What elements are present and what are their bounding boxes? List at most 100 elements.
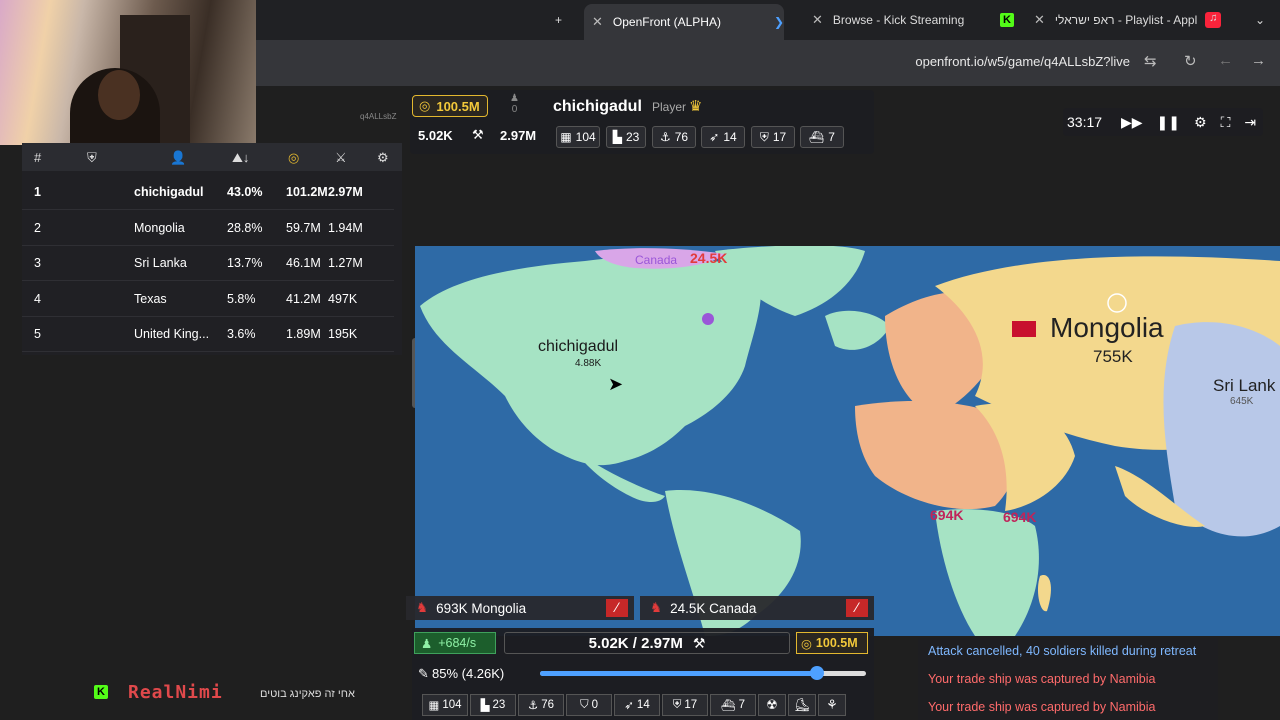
building-stat: ▙ 23 bbox=[606, 126, 646, 148]
gold-column-icon[interactable]: ◎ bbox=[288, 150, 299, 166]
cancel-attack-icon[interactable]: ⁄ bbox=[606, 599, 628, 617]
map-label-attack-b: 694K bbox=[1003, 509, 1037, 525]
leaderboard-territory: 3.6% bbox=[227, 327, 256, 341]
uk-territory[interactable] bbox=[825, 310, 890, 350]
leaderboard-rank: 1 bbox=[34, 185, 41, 199]
leaderboard-row[interactable]: 5 United King... 3.6% 1.89M 195K bbox=[22, 317, 394, 352]
forward-icon[interactable]: → bbox=[1251, 52, 1266, 69]
tab-menu-chevron-icon[interactable]: ⌄ bbox=[1255, 6, 1265, 34]
kick-logo-icon: K bbox=[94, 685, 108, 699]
leaderboard-troops: 1.94M bbox=[328, 220, 363, 235]
world-map[interactable]: chichigadul 4.88K Mongolia 755K Sri Lank… bbox=[415, 246, 1280, 636]
building-count: 76 bbox=[674, 130, 689, 144]
build-count: 17 bbox=[684, 699, 698, 711]
south-africa-territory[interactable] bbox=[935, 509, 1039, 636]
leaderboard-rank: 3 bbox=[34, 256, 41, 270]
rank-column-header[interactable]: # bbox=[34, 150, 41, 165]
attack-canada[interactable]: ♞ 24.5K Canada ⁄ bbox=[640, 596, 874, 620]
tab-kick[interactable]: ✕ Browse - Kick Streaming bbox=[812, 6, 964, 34]
fast-forward-icon[interactable]: ▶▶ bbox=[1121, 114, 1143, 131]
territory-sort-icon[interactable]: ⛰↓ bbox=[232, 150, 249, 166]
leaderboard-row[interactable]: 3 Sri Lanka 13.7% 46.1M 1.27M bbox=[22, 246, 394, 281]
player-column-icon[interactable]: 👤 bbox=[170, 150, 186, 166]
stream-chat-text: אחי זה פאקינג בוטים bbox=[260, 688, 355, 700]
mongolia-flag-icon bbox=[1012, 321, 1036, 337]
build-button[interactable]: ➶ 14 bbox=[614, 694, 660, 716]
attack-marker bbox=[702, 313, 714, 325]
leaderboard-row[interactable]: 2 Mongolia 28.8% 59.7M 1.94M bbox=[22, 211, 394, 246]
build-button[interactable]: ▙ 23 bbox=[470, 694, 516, 716]
building-stat: ⛴ 7 bbox=[800, 126, 844, 148]
streamer-head bbox=[98, 70, 140, 120]
close-icon[interactable]: ✕ bbox=[812, 12, 823, 28]
tab-title: ראפ ישראלי - Playlist - Appl bbox=[1054, 13, 1198, 27]
url-field[interactable]: openfront.io/w5/game/q4ALLsbZ?live bbox=[915, 54, 1130, 69]
build-button[interactable]: ▦ 104 bbox=[422, 694, 468, 716]
leaderboard: # ⛨ 👤 ⛰↓ ◎ ⚔ ⚙ 1 chichigadul 43.0% 101.2M 2.… bbox=[22, 143, 418, 408]
build-count: 76 bbox=[541, 699, 555, 711]
clan-icon[interactable]: ⛨ bbox=[87, 150, 97, 166]
settings-gear-icon[interactable]: ⚙ bbox=[1194, 114, 1207, 131]
build-count: 0 bbox=[591, 699, 599, 711]
leaderboard-name: Sri Lanka bbox=[134, 256, 187, 270]
map-label-mongolia: Mongolia bbox=[1050, 312, 1164, 343]
troops-column-icon[interactable]: ⚔ bbox=[335, 150, 347, 166]
leaderboard-name: United King... bbox=[134, 327, 210, 341]
tab-apple-music[interactable]: K ✕ ראפ ישראלי - Playlist - Appl ♫ bbox=[1000, 6, 1222, 34]
leaderboard-gold: 1.89M bbox=[286, 327, 321, 341]
close-icon[interactable]: ✕ bbox=[592, 14, 603, 30]
build-bar: ▦ 104 ▙ 23 ⚓ 76 ⛉ 0 ➶ 14 ⛨ 17 ⛴ 7 ☢ ⛸ ⚘ bbox=[422, 694, 862, 718]
cancel-attack-icon[interactable]: ⁄ bbox=[846, 599, 868, 617]
message-item: Your trade ship was captured by Namibia bbox=[928, 700, 1156, 714]
tab-title: OpenFront (ALPHA) bbox=[612, 15, 721, 29]
atom-bomb-icon[interactable]: ☢ bbox=[758, 694, 786, 716]
back-icon[interactable]: ← bbox=[1218, 52, 1233, 69]
reload-icon[interactable]: ↻ bbox=[1184, 52, 1197, 70]
gold-pill: ◎ 100.5M bbox=[412, 95, 488, 117]
map-label-mongolia-troops: 755K bbox=[1093, 347, 1133, 366]
troop-rate-badge: ♟ +684/s bbox=[414, 632, 496, 654]
slider-thumb[interactable] bbox=[810, 666, 825, 680]
building-stat: ⚓ 76 bbox=[652, 126, 696, 148]
madagascar-territory[interactable] bbox=[1037, 575, 1051, 612]
leaderboard-territory: 5.8% bbox=[227, 291, 256, 306]
attack-ratio-slider[interactable] bbox=[540, 666, 866, 680]
tab-openfront[interactable]: ✕ OpenFront (ALPHA) ❯ bbox=[584, 4, 784, 40]
close-icon[interactable]: ✕ bbox=[1034, 12, 1045, 28]
troop-ratio-box: 5.02K / 2.97M ⚒ bbox=[504, 632, 790, 654]
building-stat: ➶ 14 bbox=[701, 126, 745, 148]
gold-value: 100.5M bbox=[815, 636, 858, 650]
leaderboard-territory: 13.7% bbox=[227, 256, 263, 270]
site-settings-icon[interactable]: ⇆ bbox=[1144, 52, 1157, 70]
sam-launcher-icon[interactable]: ⚘ bbox=[818, 694, 846, 716]
mirv-icon[interactable]: ⛸ bbox=[788, 694, 816, 716]
map-label-player-troops: 4.88K bbox=[575, 358, 602, 369]
attack-ratio-icon: ✎ bbox=[418, 666, 429, 681]
exit-icon[interactable]: ⇥ bbox=[1244, 114, 1256, 131]
sri-lanka-territory[interactable] bbox=[1163, 322, 1280, 537]
pause-icon[interactable]: ❚❚ bbox=[1157, 114, 1180, 131]
leaderboard-troops: 497K bbox=[328, 291, 358, 306]
message-item: Attack cancelled, 40 soldiers killed dur… bbox=[928, 644, 1197, 658]
build-button[interactable]: ⛴ 7 bbox=[710, 694, 756, 716]
new-tab-button[interactable]: + bbox=[555, 6, 562, 34]
building-stat: ⛨ 17 bbox=[751, 126, 795, 148]
settings-gear-icon[interactable]: ⚙ bbox=[377, 150, 389, 166]
build-button[interactable]: ⚓ 76 bbox=[518, 694, 564, 716]
workers-icon: ⚒ bbox=[692, 634, 706, 651]
build-button[interactable]: ⛨ 17 bbox=[662, 694, 708, 716]
attack-label: 24.5K Canada bbox=[670, 600, 757, 616]
build-count: 7 bbox=[738, 699, 745, 711]
leaderboard-gold: 41.2M bbox=[286, 291, 321, 306]
map-label-player: chichigadul bbox=[538, 338, 619, 355]
mouse-cursor-icon: ➤ bbox=[608, 374, 624, 394]
leaderboard-troops: 195K bbox=[328, 327, 358, 341]
troop-rate-value: +684/s bbox=[438, 636, 477, 650]
port-icon: ⚓ bbox=[659, 130, 671, 144]
attack-icon: ♞ bbox=[416, 600, 429, 615]
leaderboard-row[interactable]: 1 chichigadul 43.0% 101.2M 2.97M bbox=[22, 175, 394, 210]
leaderboard-row[interactable]: 4 Texas 5.8% 41.2M 497K bbox=[22, 282, 394, 317]
build-button[interactable]: ⛉ 0 bbox=[566, 694, 612, 716]
fullscreen-icon[interactable]: ⛶ bbox=[1221, 114, 1231, 131]
attack-mongolia[interactable]: ♞ 693K Mongolia ⁄ bbox=[406, 596, 634, 620]
